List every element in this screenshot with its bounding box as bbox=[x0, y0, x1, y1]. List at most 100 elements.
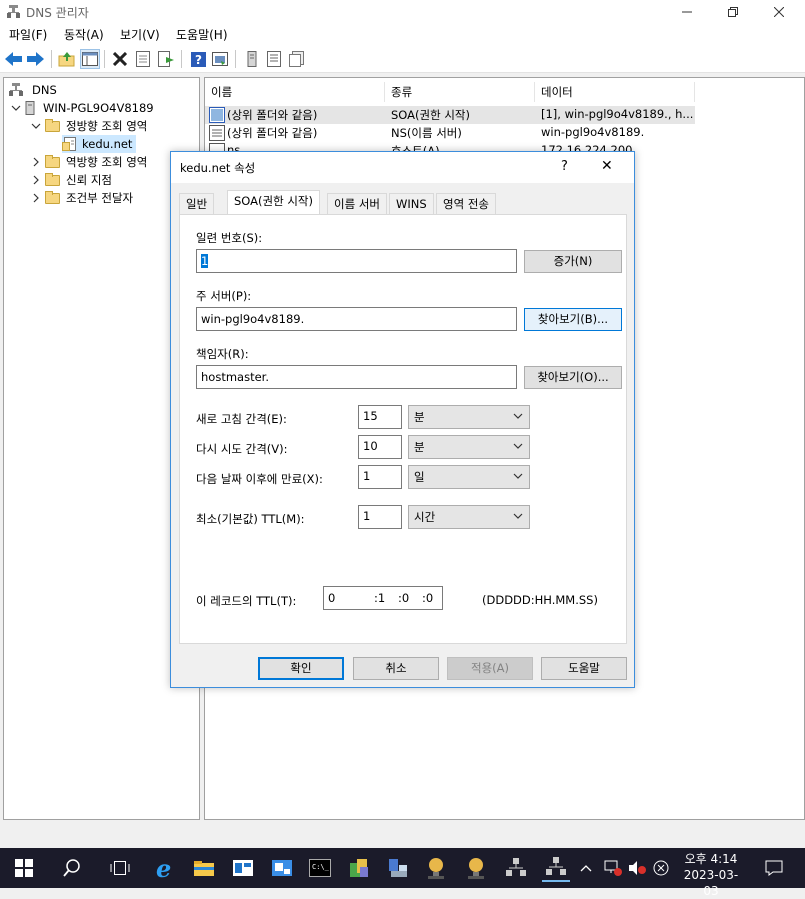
notification-error-icon[interactable] bbox=[650, 854, 672, 882]
clock[interactable]: 오후 4:14 2023-03-03 bbox=[678, 851, 744, 899]
record-ttl-hours[interactable]: :1 bbox=[374, 590, 385, 606]
action-center-icon[interactable] bbox=[760, 854, 788, 882]
tree-item-kedu-net[interactable]: kedu.net bbox=[62, 135, 137, 153]
event-viewer-icon[interactable] bbox=[268, 854, 296, 882]
table-row[interactable]: (상위 폴더와 같음) NS(이름 서버) win-pgl9o4v8189. bbox=[205, 124, 705, 142]
tab-name-servers[interactable]: 이름 서버 bbox=[327, 193, 387, 214]
tree-item-trust-points[interactable]: 신뢰 지점 bbox=[30, 171, 112, 189]
menu-file[interactable]: 파일(F) bbox=[9, 26, 47, 43]
min-ttl-unit-select[interactable]: 시간 bbox=[408, 505, 530, 529]
back-arrow-icon[interactable] bbox=[4, 49, 24, 69]
browse-primary-button[interactable]: 찾아보기(B)... bbox=[524, 308, 622, 331]
dialog-title-bar: kedu.net 속성 ? ✕ bbox=[171, 152, 634, 183]
tab-wins[interactable]: WINS bbox=[389, 193, 434, 214]
restore-button[interactable] bbox=[710, 0, 756, 24]
primary-server-label: 주 서버(P): bbox=[196, 289, 252, 303]
record-ttl-format: (DDDDD:HH.MM.SS) bbox=[482, 593, 598, 607]
chevron-up-icon[interactable] bbox=[576, 854, 596, 882]
tab-zone-transfers[interactable]: 영역 전송 bbox=[436, 193, 496, 214]
chevron-down-icon bbox=[512, 510, 524, 522]
record-ttl-minutes[interactable]: :0 bbox=[398, 590, 409, 606]
svg-text:C:\_: C:\_ bbox=[312, 863, 330, 871]
help-button[interactable]: 도움말 bbox=[541, 657, 627, 680]
tree-item-reverse-zones[interactable]: 역방향 조회 영역 bbox=[30, 153, 147, 171]
tree-item-forward-zones[interactable]: 정방향 조회 영역 bbox=[30, 117, 147, 135]
record-ttl-seconds[interactable]: :0 bbox=[422, 590, 433, 606]
refresh-interval-input[interactable]: 15 bbox=[358, 405, 402, 429]
dns-manager-taskbar-icon[interactable] bbox=[462, 854, 490, 882]
menu-view[interactable]: 보기(V) bbox=[120, 26, 160, 43]
min-ttl-input[interactable]: 1 bbox=[358, 505, 402, 529]
tree-item-dns[interactable]: DNS bbox=[8, 81, 57, 99]
tree-item-conditional-forwarders[interactable]: 조건부 전달자 bbox=[30, 189, 133, 207]
min-ttl-unit-value: 시간 bbox=[414, 510, 436, 524]
tab-soa[interactable]: SOA(권한 시작) bbox=[227, 190, 320, 214]
command-prompt-icon[interactable]: C:\_ bbox=[306, 854, 334, 882]
programs-icon[interactable] bbox=[345, 854, 373, 882]
svg-text:?: ? bbox=[195, 53, 202, 67]
close-window-button[interactable] bbox=[756, 0, 802, 24]
delete-icon[interactable] bbox=[110, 49, 130, 69]
responsible-input[interactable]: hostmaster. bbox=[196, 365, 517, 389]
up-folder-icon[interactable] bbox=[57, 49, 77, 69]
column-header-data[interactable]: 데이터 bbox=[535, 82, 695, 102]
dialog-close-button[interactable]: ✕ bbox=[601, 158, 613, 174]
chevron-down-icon bbox=[512, 410, 524, 422]
list-icon[interactable] bbox=[264, 49, 284, 69]
chevron-down-icon[interactable] bbox=[10, 102, 22, 114]
server-icon[interactable] bbox=[242, 49, 262, 69]
retry-interval-input[interactable]: 10 bbox=[358, 435, 402, 459]
expire-input[interactable]: 1 bbox=[358, 465, 402, 489]
records-icon[interactable] bbox=[287, 49, 307, 69]
active-app-icon[interactable] bbox=[542, 854, 570, 882]
network-tree-icon[interactable] bbox=[502, 854, 530, 882]
chevron-right-icon[interactable] bbox=[30, 174, 42, 186]
chevron-down-icon[interactable] bbox=[30, 120, 42, 132]
show-hide-tree-icon[interactable] bbox=[80, 49, 100, 69]
retry-unit-select[interactable]: 분 bbox=[408, 435, 530, 459]
task-view-icon[interactable] bbox=[106, 854, 134, 882]
console-icon[interactable] bbox=[210, 49, 230, 69]
network-icon[interactable] bbox=[384, 854, 412, 882]
volume-muted-icon[interactable] bbox=[626, 854, 648, 882]
internet-explorer-icon[interactable]: e bbox=[152, 854, 180, 882]
clock-date: 2023-03-03 bbox=[683, 868, 739, 898]
properties-icon[interactable] bbox=[133, 49, 153, 69]
search-icon[interactable] bbox=[58, 854, 86, 882]
export-icon[interactable] bbox=[156, 49, 176, 69]
dialog-title: kedu.net 속성 bbox=[180, 161, 256, 175]
column-header-name[interactable]: 이름 bbox=[205, 82, 385, 102]
dns-app-icon[interactable] bbox=[422, 854, 450, 882]
server-manager-icon[interactable] bbox=[229, 854, 257, 882]
increment-button[interactable]: 증가(N) bbox=[524, 250, 622, 273]
min-ttl-label: 최소(기본값) TTL(M): bbox=[196, 512, 305, 526]
browse-responsible-button[interactable]: 찾아보기(O)... bbox=[524, 366, 622, 389]
refresh-unit-select[interactable]: 분 bbox=[408, 405, 530, 429]
serial-input[interactable]: 1 bbox=[196, 249, 517, 273]
expire-label: 다음 날짜 이후에 만료(X): bbox=[196, 472, 323, 486]
primary-server-input[interactable]: win-pgl9o4v8189. bbox=[196, 307, 517, 331]
forward-arrow-icon[interactable] bbox=[26, 49, 46, 69]
record-ttl-days[interactable]: 0 bbox=[328, 590, 335, 606]
windows-start-icon[interactable] bbox=[10, 854, 38, 882]
responsible-label: 책임자(R): bbox=[196, 347, 249, 361]
table-row[interactable]: (상위 폴더와 같음) SOA(권한 시작) [1], win-pgl9o4v8… bbox=[205, 106, 695, 124]
apply-button[interactable]: 적용(A) bbox=[447, 657, 533, 680]
expire-unit-select[interactable]: 일 bbox=[408, 465, 530, 489]
help-icon[interactable]: ? bbox=[188, 49, 208, 69]
menu-action[interactable]: 동작(A) bbox=[64, 26, 104, 43]
menu-help[interactable]: 도움말(H) bbox=[176, 26, 228, 43]
record-ttl-input[interactable]: 0 :1 :0 :0 bbox=[323, 586, 443, 610]
tab-general[interactable]: 일반 bbox=[179, 193, 215, 214]
ok-button[interactable]: 확인 bbox=[258, 657, 344, 680]
minimize-button[interactable] bbox=[664, 0, 710, 24]
tree-item-server[interactable]: WIN-PGL9O4V8189 bbox=[10, 99, 154, 117]
column-header-type[interactable]: 종류 bbox=[385, 82, 535, 102]
file-explorer-icon[interactable] bbox=[190, 854, 218, 882]
network-status-icon[interactable] bbox=[602, 854, 624, 882]
folder-icon bbox=[45, 154, 60, 168]
chevron-right-icon[interactable] bbox=[30, 192, 42, 204]
chevron-right-icon[interactable] bbox=[30, 156, 42, 168]
cancel-button[interactable]: 취소 bbox=[353, 657, 439, 680]
dialog-help-button[interactable]: ? bbox=[561, 159, 568, 174]
